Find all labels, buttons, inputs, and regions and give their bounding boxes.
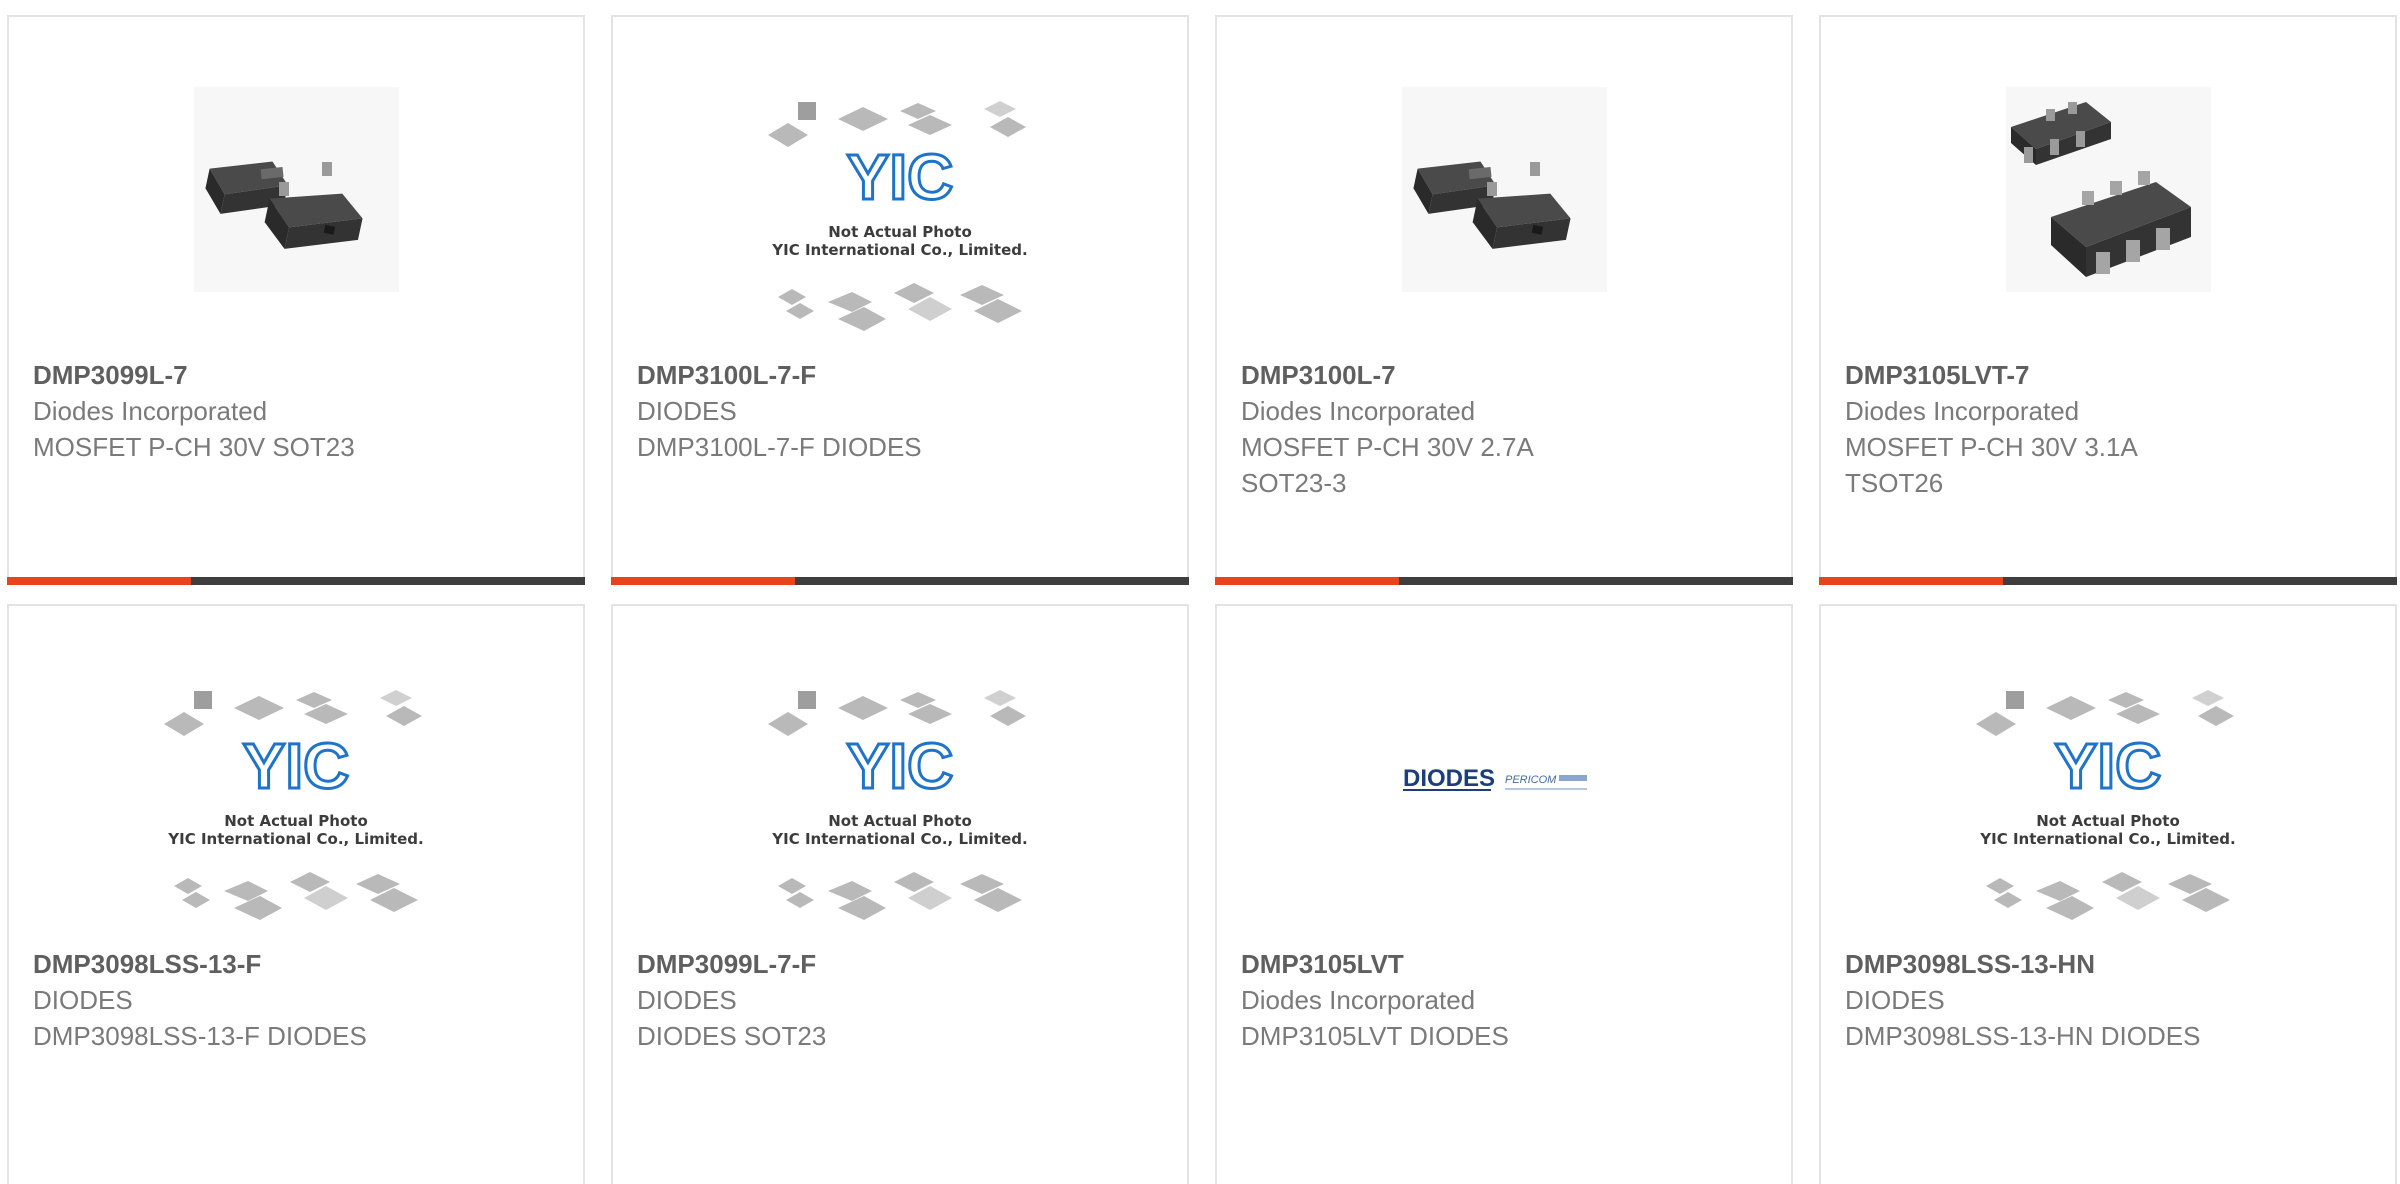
manufacturer: Diodes Incorporated — [1241, 985, 1476, 1015]
product-card[interactable]: DMP3099L-7 Diodes Incorporated MOSFET P-… — [7, 15, 585, 585]
yic-placeholder-icon: YIC Not Actual Photo YIC International C… — [768, 690, 1028, 920]
manufacturer: Diodes Incorporated — [1241, 396, 1476, 426]
card-progress-bar — [611, 577, 1189, 585]
product-image[interactable]: YIC Not Actual Photo YIC International C… — [164, 686, 429, 951]
placeholder-line1: Not Actual Photo — [828, 812, 972, 830]
product-grid: DMP3099L-7 Diodes Incorporated MOSFET P-… — [0, 0, 2400, 1184]
pericom-logo-text: PERICOM — [1505, 774, 1557, 786]
yic-logo: YIC — [847, 141, 954, 213]
card-progress-bar — [1215, 577, 1793, 585]
part-number[interactable]: DMP3105LVT — [1241, 946, 1767, 982]
placeholder-line2: YIC International Co., Limited. — [771, 241, 1027, 259]
manufacturer: Diodes Incorporated — [1845, 396, 2080, 426]
diodes-logo-text: DIODES — [1403, 765, 1495, 792]
product-card[interactable]: YIC Not Actual Photo YIC International C… — [7, 604, 585, 1184]
placeholder-line2: YIC International Co., Limited. — [1979, 830, 2235, 848]
placeholder-line2: YIC International Co., Limited. — [771, 830, 1027, 848]
yic-logo: YIC — [847, 730, 954, 802]
product-image[interactable] — [1402, 87, 1607, 292]
product-image[interactable] — [194, 87, 399, 292]
description: DMP3100L-7-F DIODES — [637, 432, 922, 462]
description: MOSFET P-CH 30V SOT23 — [33, 432, 355, 462]
placeholder-line1: Not Actual Photo — [224, 812, 368, 830]
product-card[interactable]: DIODES PERICOM DMP3105LVT Diodes Incorpo… — [1215, 604, 1793, 1184]
sot23-package-icon — [194, 87, 399, 292]
product-image[interactable]: YIC Not Actual Photo YIC International C… — [768, 97, 1033, 362]
product-image[interactable]: DIODES PERICOM — [1401, 756, 1611, 826]
part-number[interactable]: DMP3099L-7 — [33, 357, 559, 393]
yic-placeholder-icon: YIC Not Actual Photo YIC International C… — [1976, 690, 2236, 920]
sot23-package-icon — [1402, 87, 1607, 292]
card-progress-bar — [1819, 577, 2397, 585]
diodes-pericom-logo-icon: DIODES PERICOM — [1403, 765, 1587, 792]
description: MOSFET P-CH 30V 2.7A SOT23-3 — [1241, 432, 1534, 498]
yic-placeholder-icon: YIC Not Actual Photo YIC International C… — [768, 101, 1028, 331]
part-number[interactable]: DMP3098LSS-13-HN — [1845, 946, 2371, 982]
placeholder-line2: YIC International Co., Limited. — [167, 830, 423, 848]
product-card[interactable]: DMP3105LVT-7 Diodes Incorporated MOSFET … — [1819, 15, 2397, 585]
card-progress-bar — [7, 577, 585, 585]
description: DMP3098LSS-13-HN DIODES — [1845, 1021, 2201, 1051]
product-image[interactable]: YIC Not Actual Photo YIC International C… — [1976, 686, 2241, 951]
yic-logo: YIC — [2055, 730, 2162, 802]
product-card[interactable]: YIC Not Actual Photo YIC International C… — [611, 604, 1189, 1184]
accent-bar — [1215, 577, 1399, 585]
product-image[interactable]: YIC Not Actual Photo YIC International C… — [768, 686, 1033, 951]
product-card[interactable]: YIC Not Actual Photo YIC International C… — [1819, 604, 2397, 1184]
part-number[interactable]: DMP3100L-7-F — [637, 357, 1163, 393]
manufacturer: DIODES — [637, 396, 737, 426]
part-number[interactable]: DMP3098LSS-13-F — [33, 946, 559, 982]
accent-bar — [611, 577, 795, 585]
manufacturer: Diodes Incorporated — [33, 396, 268, 426]
tsot26-package-icon — [2006, 87, 2211, 292]
manufacturer: DIODES — [33, 985, 133, 1015]
part-number[interactable]: DMP3105LVT-7 — [1845, 357, 2371, 393]
part-number[interactable]: DMP3099L-7-F — [637, 946, 1163, 982]
product-image[interactable] — [2006, 87, 2211, 292]
product-card[interactable]: YIC Not Actual Photo YIC International C… — [611, 15, 1189, 585]
accent-bar — [1819, 577, 2003, 585]
yic-logo: YIC — [243, 730, 350, 802]
product-card[interactable]: DMP3100L-7 Diodes Incorporated MOSFET P-… — [1215, 15, 1793, 585]
manufacturer: DIODES — [1845, 985, 1945, 1015]
placeholder-line1: Not Actual Photo — [828, 223, 972, 241]
part-number[interactable]: DMP3100L-7 — [1241, 357, 1767, 393]
description: DIODES SOT23 — [637, 1021, 827, 1051]
accent-bar — [7, 577, 191, 585]
description: MOSFET P-CH 30V 3.1A TSOT26 — [1845, 432, 2138, 498]
description: DMP3098LSS-13-F DIODES — [33, 1021, 367, 1051]
yic-placeholder-icon: YIC Not Actual Photo YIC International C… — [164, 690, 424, 920]
manufacturer: DIODES — [637, 985, 737, 1015]
placeholder-line1: Not Actual Photo — [2036, 812, 2180, 830]
description: DMP3105LVT DIODES — [1241, 1021, 1509, 1051]
